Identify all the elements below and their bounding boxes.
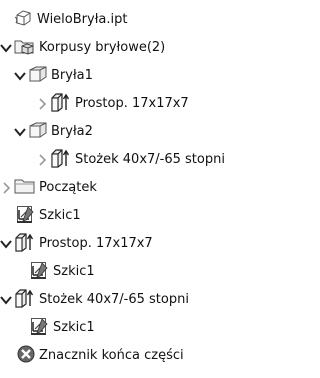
tree-item-label: Stożek 40x7/-65 stopni [39, 292, 189, 307]
chevron-right-icon[interactable] [36, 96, 48, 112]
chevron-down-icon[interactable] [0, 292, 12, 308]
chevron-down-icon[interactable] [14, 124, 26, 140]
tree-item-label: Stożek 40x7/-65 stopni [75, 152, 225, 167]
solid-body-icon [28, 121, 48, 143]
sketch-icon [30, 316, 50, 340]
tree-item-origin[interactable]: Początek [0, 176, 97, 200]
tree-item-label: Bryła2 [51, 124, 93, 139]
part-file-icon [14, 9, 34, 31]
tree-item-sketch1[interactable]: Szkic1 [16, 204, 81, 228]
tree-item-label: WieloBryła.ipt [37, 12, 128, 27]
tree-item-label: Szkic1 [53, 320, 95, 335]
tree-item-extrude1[interactable]: Prostop. 17x17x7 [0, 232, 153, 256]
tree-item-label: Prostop. 17x17x7 [75, 96, 189, 111]
model-browser-tree: WieloBryła.ipt Korpusy bryłowe(2) Bryła1… [0, 0, 269, 378]
tree-item-label: Bryła1 [51, 68, 93, 83]
chevron-down-icon[interactable] [14, 68, 26, 84]
tree-item-body2[interactable]: Bryła2 [14, 120, 93, 144]
extrude-icon [14, 288, 36, 312]
chevron-down-icon[interactable] [0, 40, 12, 56]
sketch-icon [30, 260, 50, 284]
tree-item-label: Szkic1 [39, 208, 81, 223]
tree-item-body2-feature[interactable]: Stożek 40x7/-65 stopni [36, 148, 225, 172]
tree-item-label: Prostop. 17x17x7 [39, 236, 153, 251]
tree-item-label: Początek [39, 180, 97, 195]
tree-item-label: Szkic1 [53, 264, 95, 279]
tree-item-label: Korpusy bryłowe(2) [39, 40, 166, 55]
chevron-right-icon[interactable] [36, 152, 48, 168]
tree-item-root[interactable]: WieloBryła.ipt [14, 8, 127, 32]
extrude-icon [14, 232, 36, 256]
tree-item-body1-feature[interactable]: Prostop. 17x17x7 [36, 92, 189, 116]
folder-icon [14, 177, 36, 199]
sketch-icon [16, 204, 36, 228]
tree-item-extrude2[interactable]: Stożek 40x7/-65 stopni [0, 288, 189, 312]
tree-item-body1[interactable]: Bryła1 [14, 64, 93, 88]
chevron-down-icon[interactable] [0, 236, 12, 252]
tree-item-extrude2-sketch[interactable]: Szkic1 [30, 316, 95, 340]
extrude-icon [50, 148, 72, 172]
extrude-icon [50, 92, 72, 116]
folder-solids-icon [14, 37, 36, 59]
tree-item-label: Znacznik końca części [39, 348, 184, 363]
solid-body-icon [28, 65, 48, 87]
chevron-right-icon[interactable] [0, 180, 12, 196]
tree-item-extrude1-sketch[interactable]: Szkic1 [30, 260, 95, 284]
tree-item-end-of-part[interactable]: Znacznik końca części [16, 344, 184, 368]
end-of-part-icon [16, 344, 36, 368]
tree-item-solid-bodies[interactable]: Korpusy bryłowe(2) [0, 36, 165, 60]
